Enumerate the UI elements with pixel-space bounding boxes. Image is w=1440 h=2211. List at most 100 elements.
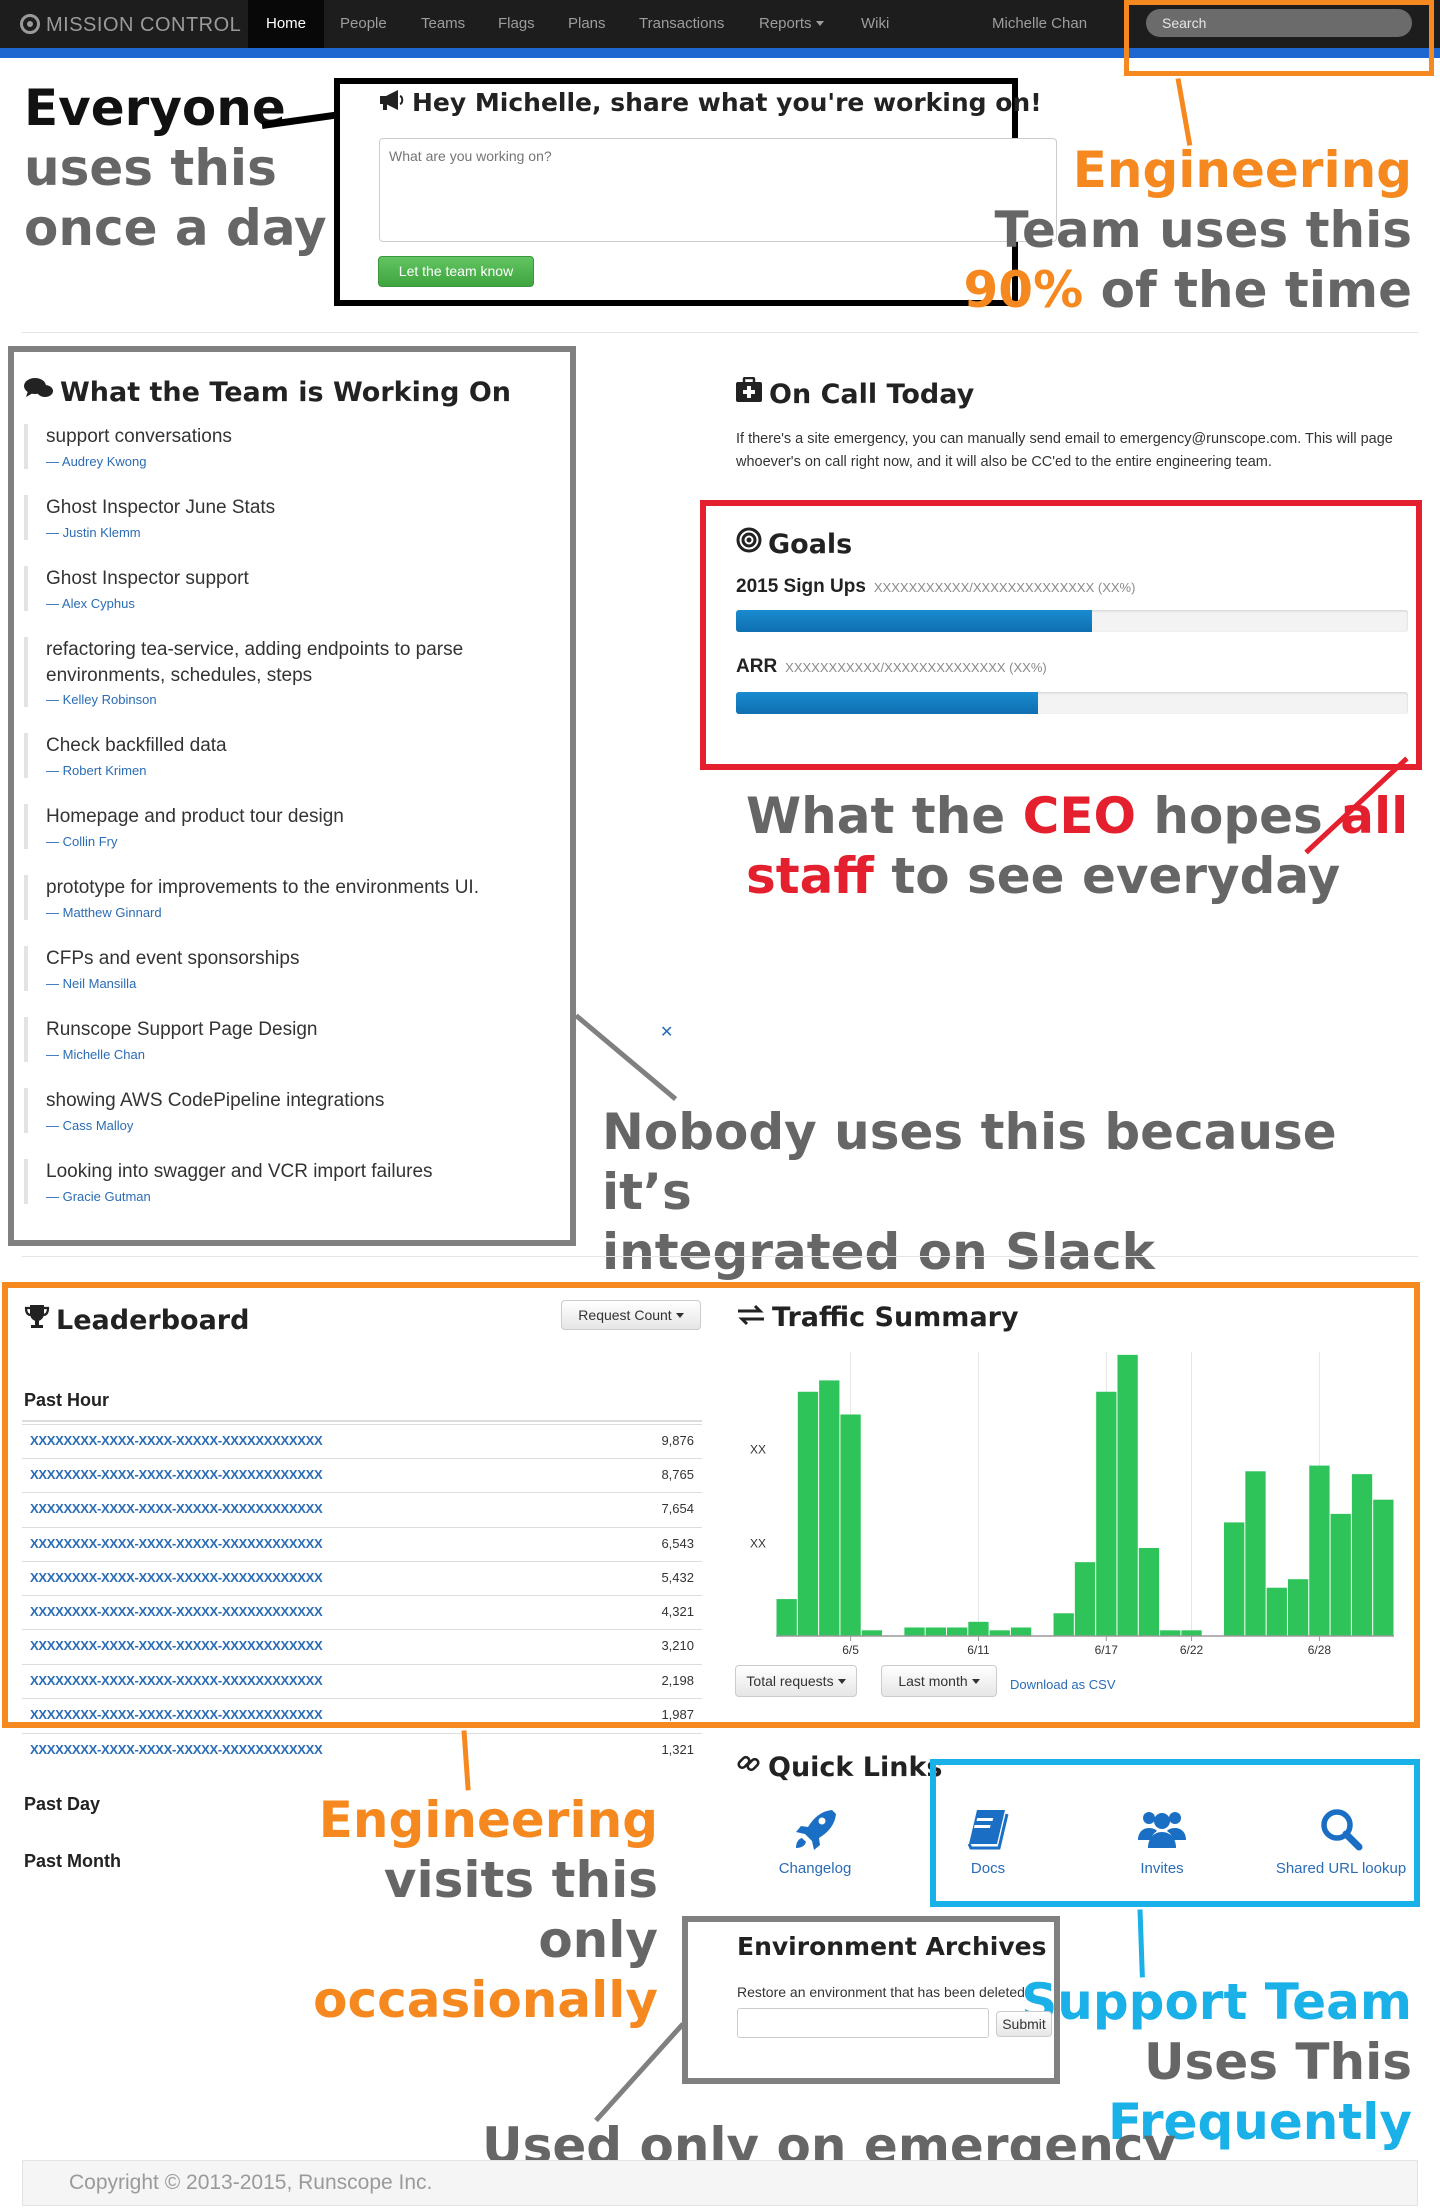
table-row: XXXXXXXX-XXXX-XXXX-XXXXX-XXXXXXXXXXXX 6,5…	[22, 1527, 702, 1561]
list-item: CFPs and event sponsorships — Neil Mansil…	[24, 946, 584, 991]
working-on-author-link[interactable]: — Kelley Robinson	[46, 692, 584, 707]
brand-logo[interactable]: MISSION CONTROL	[20, 0, 241, 48]
leaderboard-value: 9,876	[661, 1433, 694, 1448]
table-row: XXXXXXXX-XXXX-XXXX-XXXXX-XXXXXXXXXXXX 4,3…	[22, 1595, 702, 1629]
working-on-author-link[interactable]: — Collin Fry	[46, 834, 584, 849]
trophy-icon	[24, 1303, 50, 1336]
download-csv-link[interactable]: Download as CSV	[1010, 1677, 1116, 1692]
leaderboard-key-link[interactable]: XXXXXXXX-XXXX-XXXX-XXXXX-XXXXXXXXXXXX	[30, 1501, 323, 1516]
env-archives-body: Restore an environment that has been del…	[737, 1984, 1025, 2000]
list-item: prototype for improvements to the enviro…	[24, 875, 584, 920]
nav-reports-label: Reports	[759, 15, 812, 32]
traffic-summary-heading: Traffic Summary	[736, 1302, 1019, 1333]
leaderboard-key-link[interactable]: XXXXXXXX-XXXX-XXXX-XXXXX-XXXXXXXXXXXX	[30, 1707, 323, 1722]
nav-wiki[interactable]: Wiki	[861, 0, 889, 48]
working-on-author-link[interactable]: — Alex Cyphus	[46, 596, 584, 611]
leaderboard-title: Leaderboard	[56, 1305, 250, 1336]
table-row: XXXXXXXX-XXXX-XXXX-XXXXX-XXXXXXXXXXXX 2,1…	[22, 1664, 702, 1698]
table-row: XXXXXXXX-XXXX-XXXX-XXXXX-XXXXXXXXXXXX 1,3…	[22, 1733, 702, 1767]
working-on-author-link[interactable]: — Robert Krimen	[46, 763, 584, 778]
nav-flags[interactable]: Flags	[498, 0, 535, 48]
annotation-engineering-bottom: Engineering visits this only occasionall…	[300, 1790, 658, 2030]
nav-plans[interactable]: Plans	[568, 0, 606, 48]
nav-reports[interactable]: Reports	[759, 0, 824, 48]
chart-bar	[861, 1630, 883, 1636]
working-on-author-link[interactable]: — Gracie Gutman	[46, 1189, 584, 1204]
search-highlight-box	[1124, 0, 1434, 76]
list-item: Looking into swagger and VCR import fail…	[24, 1159, 584, 1204]
table-row: XXXXXXXX-XXXX-XXXX-XXXXX-XXXXXXXXXXXX 7,6…	[22, 1492, 702, 1526]
leaderboard-key-link[interactable]: XXXXXXXX-XXXX-XXXX-XXXXX-XXXXXXXXXXXX	[30, 1536, 323, 1551]
quick-link-changelog[interactable]: Changelog	[745, 1804, 885, 1877]
working-on-author-link[interactable]: — Audrey Kwong	[46, 454, 584, 469]
chart-bar	[1245, 1471, 1266, 1636]
annotation-engineering-top-line1: Engineering	[1072, 141, 1412, 199]
leaderboard-key-link[interactable]: XXXXXXXX-XXXX-XXXX-XXXXX-XXXXXXXXXXXX	[30, 1570, 323, 1585]
leaderboard-key-link[interactable]: XXXXXXXX-XXXX-XXXX-XXXXX-XXXXXXXXXXXX	[30, 1742, 323, 1757]
leaderboard-key-link[interactable]: XXXXXXXX-XXXX-XXXX-XXXXX-XXXXXXXXXXXX	[30, 1673, 323, 1688]
chart-bar	[1266, 1587, 1287, 1636]
annotation-nobody: Nobody uses this because it’s integrated…	[602, 1102, 1440, 1282]
working-on-text: showing AWS CodePipeline integrations	[46, 1090, 385, 1111]
on-call-title: On Call Today	[769, 379, 975, 410]
past-day-heading[interactable]: Past Day	[24, 1794, 100, 1815]
comments-icon	[24, 377, 54, 408]
let-team-know-button[interactable]: Let the team know	[378, 256, 534, 287]
y-tick-label: XX	[750, 1443, 766, 1457]
working-on-author-link[interactable]: — Cass Malloy	[46, 1118, 584, 1133]
leaderboard-key-link[interactable]: XXXXXXXX-XXXX-XXXX-XXXXX-XXXXXXXXXXXX	[30, 1433, 323, 1448]
env-archives-input[interactable]	[737, 2008, 989, 2038]
request-count-dropdown[interactable]: Request Count	[561, 1300, 701, 1330]
leaderboard-heading: Leaderboard	[24, 1303, 249, 1336]
annotation-engineering-top: Engineering Team uses this 90% of the ti…	[964, 140, 1412, 320]
nav-transactions[interactable]: Transactions	[639, 0, 724, 48]
leaderboard-value: 1,321	[661, 1742, 694, 1757]
emergency-callout-line	[594, 2022, 685, 2123]
annotation-ceo-p3: hopes	[1135, 787, 1341, 845]
leaderboard-value: 6,543	[661, 1536, 694, 1551]
list-item: Runscope Support Page Design — Michelle C…	[24, 1017, 584, 1062]
chart-bar	[1160, 1630, 1181, 1636]
working-on-heading: What the Team is Working On	[24, 377, 511, 408]
x-tick-label: 6/5	[842, 1643, 859, 1657]
goal-arr-progress-fill	[736, 692, 1039, 714]
annotation-engineering-top-line3: 90% of the time	[964, 260, 1412, 320]
link-icon	[736, 1750, 762, 1783]
leaderboard-key-link[interactable]: XXXXXXXX-XXXX-XXXX-XXXXX-XXXXXXXXXXXX	[30, 1467, 323, 1482]
annotation-engineering-top-line2: Team uses this	[994, 201, 1412, 259]
working-on-author-link[interactable]: — Neil Mansilla	[46, 976, 584, 991]
leaderboard-key-link[interactable]: XXXXXXXX-XXXX-XXXX-XXXXX-XXXXXXXXXXXX	[30, 1604, 323, 1619]
past-hour-heading: Past Hour	[24, 1390, 110, 1410]
nav-teams[interactable]: Teams	[421, 0, 465, 48]
goal-signups-name: 2015 Sign Ups	[736, 576, 866, 597]
working-on-author-link[interactable]: — Justin Klemm	[46, 525, 584, 540]
nav-home[interactable]: Home	[248, 0, 325, 48]
mission-control-logo-icon	[20, 14, 40, 34]
working-on-title: What the Team is Working On	[60, 377, 512, 408]
working-on-author-link[interactable]: — Michelle Chan	[46, 1047, 584, 1062]
working-on-author-link[interactable]: — Matthew Ginnard	[46, 905, 584, 920]
close-icon[interactable]: ✕	[660, 1022, 673, 1041]
chart-bar	[1287, 1579, 1309, 1636]
chevron-down-icon	[815, 21, 824, 26]
env-archives-submit-button[interactable]: Submit	[996, 2011, 1052, 2037]
list-item: Ghost Inspector support — Alex Cyphus	[24, 566, 584, 611]
leaderboard-key-link[interactable]: XXXXXXXX-XXXX-XXXX-XXXXX-XXXXXXXXXXXX	[30, 1638, 323, 1653]
chart-bar	[968, 1621, 989, 1636]
working-on-text: Ghost Inspector support	[46, 568, 249, 589]
chevron-down-icon	[837, 1679, 846, 1684]
total-requests-dropdown[interactable]: Total requests	[735, 1665, 857, 1697]
chart-bar	[1010, 1627, 1032, 1636]
date-range-dropdown[interactable]: Last month	[881, 1665, 997, 1697]
status-textarea[interactable]	[379, 138, 1057, 242]
chart-bar	[840, 1414, 861, 1636]
annotation-nobody-line2: integrated on Slack	[602, 1223, 1155, 1281]
chart-bar	[925, 1627, 946, 1636]
goal-arr-progress	[736, 692, 1408, 714]
past-month-heading[interactable]: Past Month	[24, 1851, 121, 1872]
chart-bar	[1309, 1465, 1330, 1636]
nav-user-menu[interactable]: Michelle Chan	[992, 0, 1087, 48]
footer: Copyright © 2013-2015, Runscope Inc.	[22, 2160, 1418, 2206]
nav-people[interactable]: People	[340, 0, 387, 48]
goals-title: Goals	[768, 529, 853, 560]
